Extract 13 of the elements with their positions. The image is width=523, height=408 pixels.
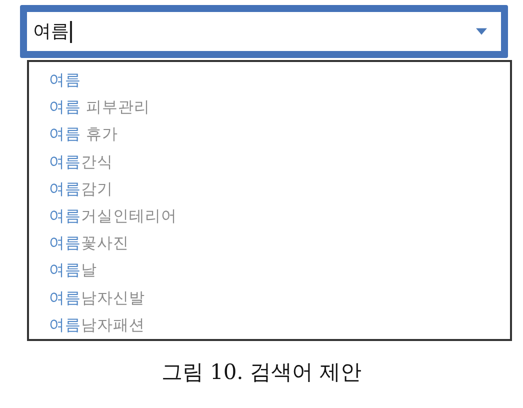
suggestion-item[interactable]: 여름거실인테리어 xyxy=(49,203,177,230)
suggestion-item[interactable]: 여름 피부관리 xyxy=(49,94,150,122)
suggestion-item[interactable]: 여름간식 xyxy=(49,148,113,176)
suggestion-item[interactable]: 여름꽃사진 xyxy=(49,230,129,258)
search-field[interactable]: 여름 xyxy=(20,5,508,58)
dropdown-arrow-icon[interactable] xyxy=(476,28,487,35)
suggestion-item[interactable]: 여름날 xyxy=(49,257,97,285)
figure-caption: 그림 10. 검색어 제안 xyxy=(161,359,362,386)
suggestion-item[interactable]: 여름 휴가 xyxy=(49,121,118,149)
suggestion-item[interactable]: 여름감기 xyxy=(49,176,113,204)
suggestion-item[interactable]: 여름남자패션 xyxy=(49,312,145,340)
suggestion-item[interactable]: 여름 xyxy=(49,67,81,94)
suggestion-item[interactable]: 여름남자신발 xyxy=(49,284,145,312)
